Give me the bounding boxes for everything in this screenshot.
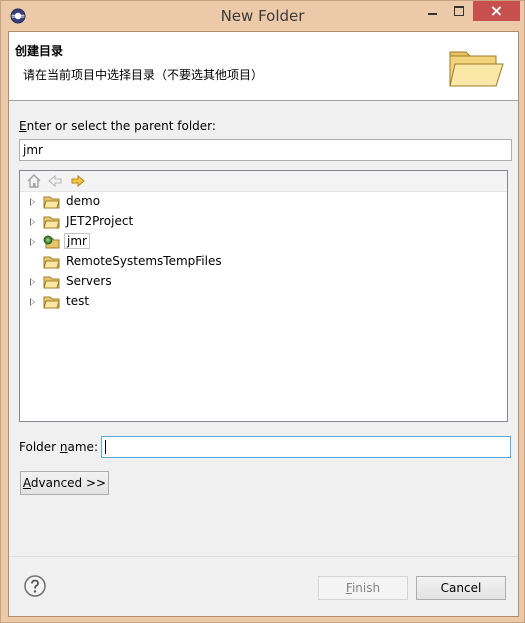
- minimize-button[interactable]: [419, 1, 445, 21]
- folder-name-label-pre: Folder: [19, 440, 60, 454]
- tree-item-label: demo: [66, 194, 101, 208]
- tree-item[interactable]: Servers: [20, 272, 507, 292]
- advanced-mnemonic: A: [22, 476, 31, 490]
- tree-toolbar: [20, 171, 507, 192]
- project-folder-icon: [43, 256, 60, 269]
- tree-item[interactable]: JET2Project: [20, 212, 507, 232]
- close-button[interactable]: ×: [473, 1, 520, 21]
- text-caret: [105, 440, 106, 454]
- tree-item[interactable]: RemoteSystemsTempFiles: [20, 252, 507, 272]
- cancel-button[interactable]: Cancel: [416, 576, 506, 600]
- project-folder-icon: [43, 216, 60, 229]
- parent-folder-input[interactable]: jmr: [19, 139, 512, 161]
- expand-arrow-icon[interactable]: [30, 218, 35, 226]
- expand-arrow-icon[interactable]: [30, 198, 35, 206]
- expand-arrow-icon[interactable]: [30, 278, 35, 286]
- open-folder-icon: [449, 51, 504, 87]
- back-arrow-icon[interactable]: [47, 173, 63, 189]
- tree-item-label: jmr: [64, 233, 90, 249]
- new-folder-dialog: New Folder × 创建目录 请在当前项目中选择目录（不要选其他项目） E…: [0, 0, 525, 623]
- finish-button[interactable]: Finish: [318, 576, 408, 600]
- folder-name-label-post: ame:: [67, 440, 98, 454]
- maximize-button[interactable]: [446, 1, 472, 21]
- project-folder-icon: [43, 196, 60, 209]
- banner-message: 请在当前项目中选择目录（不要选其他项目）: [23, 68, 264, 82]
- title-bar[interactable]: New Folder ×: [1, 1, 524, 31]
- parent-label-mnemonic: E: [19, 119, 27, 133]
- help-icon[interactable]: [23, 574, 47, 598]
- home-icon[interactable]: [26, 173, 42, 189]
- dialog-content: 创建目录 请在当前项目中选择目录（不要选其他项目） Enter or selec…: [8, 31, 519, 617]
- parent-folder-label: Enter or select the parent folder:: [19, 119, 216, 133]
- project-folder-icon: [43, 276, 60, 289]
- advanced-button[interactable]: Advanced >>: [20, 471, 109, 495]
- finish-label: inish: [351, 581, 381, 595]
- footer-divider: [9, 556, 518, 557]
- tree-item-label: test: [66, 294, 90, 308]
- folder-name-input[interactable]: [101, 436, 511, 458]
- parent-label-text: nter or select the parent folder:: [26, 119, 216, 133]
- tree-item[interactable]: demo: [20, 192, 507, 212]
- folder-name-label: Folder name:: [19, 440, 98, 454]
- folder-tree[interactable]: demo JET2Project jmr RemoteSystemsTempFi…: [19, 170, 508, 422]
- expand-arrow-icon[interactable]: [30, 298, 35, 306]
- folder-name-label-mnemonic: n: [59, 440, 68, 454]
- dialog-banner: 创建目录 请在当前项目中选择目录（不要选其他项目）: [9, 32, 518, 101]
- tree-item-label: JET2Project: [66, 214, 134, 228]
- tree-item-label: RemoteSystemsTempFiles: [66, 254, 222, 268]
- advanced-label: dvanced >>: [30, 476, 107, 490]
- tree-item[interactable]: test: [20, 292, 507, 312]
- banner-title: 创建目录: [15, 44, 64, 58]
- tree-item-selected[interactable]: jmr: [20, 232, 507, 252]
- project-folder-icon: [43, 296, 60, 309]
- java-project-icon: [43, 235, 60, 249]
- expand-arrow-icon[interactable]: [30, 238, 35, 246]
- forward-arrow-icon[interactable]: [70, 173, 86, 189]
- close-icon: ×: [489, 1, 504, 20]
- tree-item-label: Servers: [66, 274, 112, 288]
